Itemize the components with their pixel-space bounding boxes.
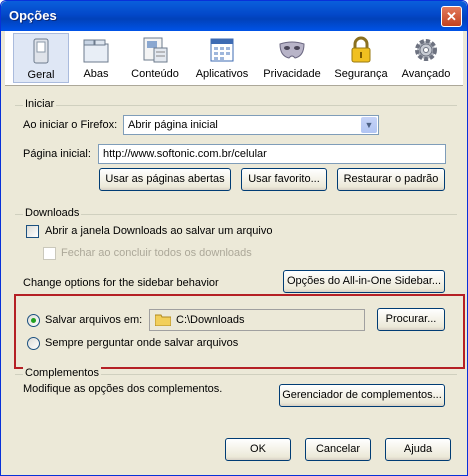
switch-icon	[33, 38, 49, 64]
close-when-done-label: Fechar ao concluir todos os downloads	[61, 247, 252, 259]
folder-icon	[155, 314, 171, 326]
sidebar-options-label: Change options for the sidebar behavior	[23, 277, 219, 289]
mask-icon	[279, 41, 305, 59]
ok-button[interactable]: OK	[225, 438, 291, 461]
iniciar-group-title: Iniciar	[23, 98, 57, 110]
cancel-button[interactable]: Cancelar	[305, 438, 371, 461]
tabs-icon	[83, 39, 109, 63]
addons-manager-button[interactable]: Gerenciador de complementos...	[279, 384, 445, 407]
iniciar-group-line	[15, 105, 457, 106]
homepage-input[interactable]: http://www.softonic.com.br/celular	[98, 144, 446, 164]
gear-icon	[415, 39, 437, 61]
show-downloads-label: Abrir a janela Downloads ao salvar um ar…	[45, 225, 273, 237]
always-ask-label: Sempre perguntar onde salvar arquivos	[45, 337, 239, 349]
sidebar-options-button[interactable]: Opções do All-in-One Sidebar...	[283, 270, 445, 293]
title-bar: Opções ✕	[1, 1, 467, 31]
tab-geral-label: Geral	[27, 69, 55, 81]
save-path-field: C:\Downloads	[149, 309, 365, 331]
tab-geral[interactable]: Geral	[13, 33, 69, 83]
save-path-value: C:\Downloads	[176, 314, 245, 326]
content-icon	[143, 37, 168, 63]
complementos-group-title: Complementos	[23, 367, 101, 379]
restore-default-button[interactable]: Restaurar o padrão	[337, 168, 445, 191]
tab-conteudo-label: Conteúdo	[131, 68, 179, 80]
tab-seguranca[interactable]: Segurança	[329, 33, 393, 83]
options-toolbar: Geral Abas Conteúdo Aplicativos Privacid…	[5, 31, 463, 86]
tab-aplicativos[interactable]: Aplicativos	[189, 33, 255, 83]
tab-abas[interactable]: Abas	[71, 33, 121, 83]
tab-privacidade-label: Privacidade	[263, 68, 321, 80]
applications-icon	[210, 38, 234, 62]
tab-abas-label: Abas	[83, 68, 109, 80]
tab-seguranca-label: Segurança	[334, 68, 388, 80]
options-window: Opções ✕ Geral Abas Conteúdo Aplicativos…	[0, 0, 468, 476]
lock-icon	[351, 36, 371, 63]
complementos-description: Modifique as opções dos complementos.	[23, 383, 223, 395]
downloads-group-title: Downloads	[23, 207, 82, 219]
tab-avancado[interactable]: Avançado	[395, 33, 457, 83]
close-button[interactable]: ✕	[441, 6, 462, 27]
chevron-down-icon[interactable]: ▼	[361, 117, 377, 133]
tab-aplicativos-label: Aplicativos	[195, 68, 249, 80]
startup-select[interactable]: Abrir página inicial ▼	[123, 115, 379, 135]
startup-label: Ao iniciar o Firefox:	[23, 119, 118, 131]
show-downloads-checkbox[interactable]	[26, 225, 39, 238]
use-current-pages-button[interactable]: Usar as páginas abertas	[99, 168, 231, 191]
save-to-radio[interactable]	[27, 314, 40, 327]
tab-privacidade[interactable]: Privacidade	[257, 33, 327, 83]
always-ask-radio[interactable]	[27, 337, 40, 350]
help-button[interactable]: Ajuda	[385, 438, 451, 461]
save-to-label: Salvar arquivos em:	[45, 314, 143, 326]
use-bookmark-button[interactable]: Usar favorito...	[241, 168, 327, 191]
browse-button[interactable]: Procurar...	[377, 308, 445, 331]
startup-select-value: Abrir página inicial	[128, 119, 218, 131]
highlight-box	[14, 294, 465, 369]
tab-avancado-label: Avançado	[401, 68, 451, 80]
tab-conteudo[interactable]: Conteúdo	[123, 33, 187, 83]
window-title: Opções	[9, 8, 57, 23]
close-when-done-checkbox[interactable]	[43, 247, 56, 260]
homepage-label: Página inicial:	[23, 148, 91, 160]
